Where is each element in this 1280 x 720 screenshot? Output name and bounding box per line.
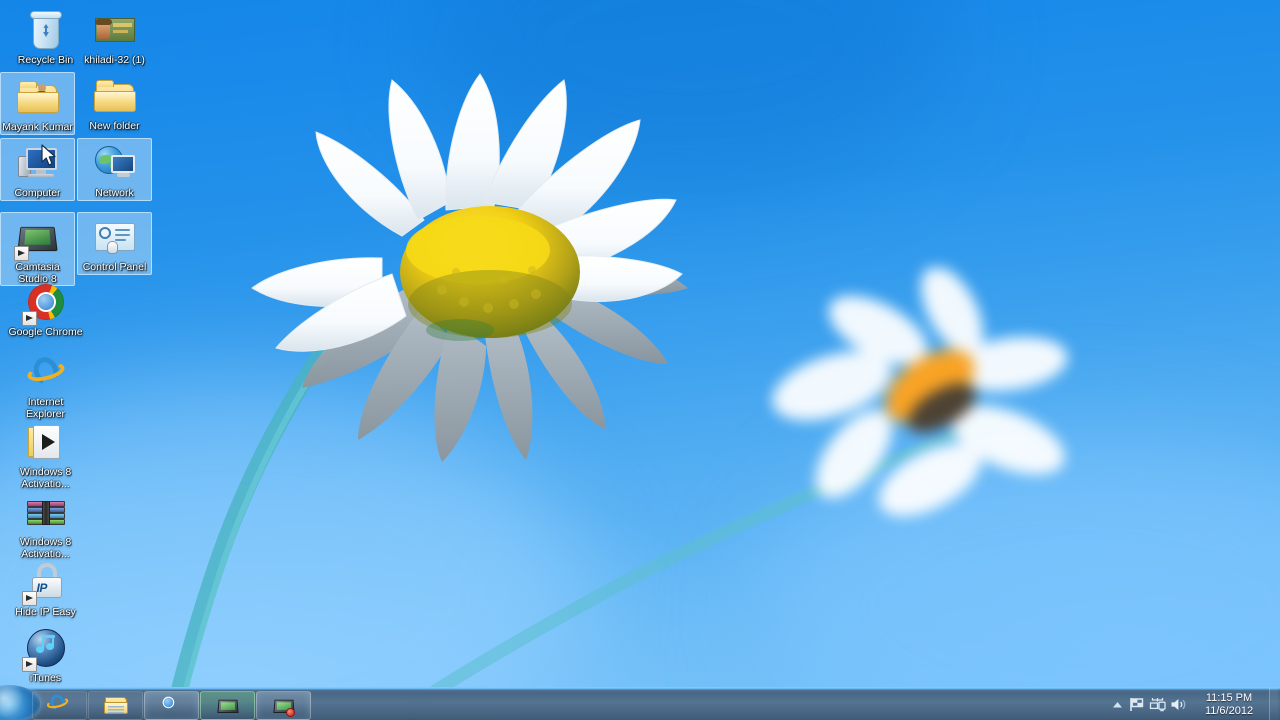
folder-explorer-icon bbox=[103, 694, 128, 718]
camtasia-recorder-icon bbox=[272, 694, 296, 718]
desktop-icon-computer[interactable]: Computer bbox=[0, 138, 75, 201]
folder-icon bbox=[91, 72, 139, 120]
desktop-icon-label: Internet Explorer bbox=[25, 396, 66, 420]
control-panel-icon bbox=[91, 213, 139, 261]
desktop-icon-hide-ip-easy[interactable]: IP Hide IP Easy bbox=[8, 558, 83, 619]
hide-ip-easy-icon: IP bbox=[21, 558, 70, 606]
action-center-flag-button[interactable] bbox=[1126, 688, 1147, 720]
desktop-icon-label: Recycle Bin bbox=[17, 54, 74, 66]
taskbar-button-google-chrome[interactable] bbox=[144, 691, 199, 720]
desktop-icon-label: Google Chrome bbox=[8, 326, 83, 338]
desktop-icon-new-folder[interactable]: New folder bbox=[77, 72, 152, 133]
desktop-icon-label: Network bbox=[95, 187, 134, 199]
speaker-icon bbox=[1171, 699, 1186, 710]
desktop-icon-label: Windows 8 Activatio... bbox=[19, 466, 72, 490]
desktop-icon-label: Windows 8 Activatio... bbox=[19, 536, 72, 560]
google-chrome-icon bbox=[160, 694, 184, 718]
taskbar-button-internet-explorer[interactable] bbox=[32, 691, 87, 720]
clock-date: 11/6/2012 bbox=[1204, 704, 1254, 717]
flag-icon bbox=[1129, 698, 1143, 711]
camtasia-studio-icon bbox=[13, 213, 62, 261]
desktop-icon-internet-explorer[interactable]: Internet Explorer bbox=[8, 348, 83, 420]
winrar-archive-icon bbox=[22, 488, 70, 536]
system-tray: 11:15 PM 11/6/2012 bbox=[1108, 688, 1280, 720]
desktop-icon-label: Hide IP Easy bbox=[15, 606, 76, 618]
daisy-flower-background bbox=[772, 268, 1068, 517]
desktop-icon-windows8-activation-media[interactable]: Windows 8 Activatio... bbox=[8, 418, 83, 490]
shortcut-overlay-icon bbox=[21, 657, 37, 672]
camtasia-studio-icon bbox=[216, 694, 240, 718]
wallpaper-haze bbox=[430, 0, 950, 190]
desktop-icon-label: iTunes bbox=[29, 672, 62, 684]
chevron-up-icon bbox=[1112, 701, 1122, 707]
network-button[interactable] bbox=[1147, 688, 1168, 720]
desktop-icon-control-panel[interactable]: Control Panel bbox=[77, 212, 152, 275]
media-file-icon bbox=[22, 418, 70, 466]
recording-indicator-icon bbox=[285, 707, 295, 717]
computer-icon bbox=[14, 139, 62, 187]
desktop-icon-recycle-bin[interactable]: Recycle Bin bbox=[8, 6, 83, 67]
user-folder-icon bbox=[14, 73, 62, 121]
desktop-icon-label: New folder bbox=[89, 120, 140, 132]
desktop-icon-label: Control Panel bbox=[82, 261, 147, 273]
taskbar-button-camtasia-recorder[interactable] bbox=[256, 691, 311, 720]
taskbar-button-group bbox=[32, 688, 312, 720]
video-file-icon bbox=[91, 6, 139, 54]
itunes-icon bbox=[21, 624, 70, 672]
google-chrome-icon bbox=[21, 278, 70, 326]
desktop-icon-network[interactable]: Network bbox=[77, 138, 152, 201]
desktop-icon-label: khiladi-32 (1) bbox=[84, 54, 145, 66]
wallpaper-haze bbox=[760, 430, 1280, 720]
desktop-icon-windows8-activation-archive[interactable]: Windows 8 Activatio... bbox=[8, 488, 83, 560]
network-icon bbox=[91, 139, 139, 187]
desktop-icon-label: Computer bbox=[14, 187, 61, 199]
clock-time: 11:15 PM bbox=[1205, 691, 1253, 704]
network-tray-icon bbox=[1149, 698, 1166, 712]
show-hidden-icons-button[interactable] bbox=[1108, 688, 1126, 720]
desktop-icon-label: Mayank Kumar bbox=[2, 121, 73, 133]
desktop-icon-google-chrome[interactable]: Google Chrome bbox=[8, 278, 83, 339]
shortcut-overlay-icon bbox=[21, 591, 37, 606]
show-desktop-button[interactable] bbox=[1269, 688, 1278, 720]
shortcut-overlay-icon bbox=[13, 246, 29, 261]
taskbar-clock[interactable]: 11:15 PM 11/6/2012 bbox=[1189, 688, 1269, 720]
taskbar-button-camtasia-studio[interactable] bbox=[200, 691, 255, 720]
taskbar: 11:15 PM 11/6/2012 bbox=[0, 685, 1280, 720]
daisy-flower-main bbox=[251, 73, 688, 462]
desktop-icon-grid: Recycle Bin khiladi-32 (1) Mayank Kumar … bbox=[0, 0, 240, 690]
internet-explorer-icon bbox=[45, 691, 72, 718]
volume-button[interactable] bbox=[1168, 688, 1189, 720]
desktop-icon-itunes[interactable]: iTunes bbox=[8, 624, 83, 685]
taskbar-button-windows-explorer[interactable] bbox=[88, 691, 143, 720]
desktop-icon-mayank-kumar[interactable]: Mayank Kumar bbox=[0, 72, 75, 135]
internet-explorer-icon bbox=[22, 348, 70, 396]
desktop-icon-khiladi-video[interactable]: khiladi-32 (1) bbox=[77, 6, 152, 67]
desktop-icon-camtasia-studio[interactable]: Camtasia Studio 8 bbox=[0, 212, 75, 286]
flower-stem-secondary bbox=[403, 413, 1000, 715]
shortcut-overlay-icon bbox=[21, 311, 37, 326]
recycle-bin-icon bbox=[22, 6, 70, 54]
